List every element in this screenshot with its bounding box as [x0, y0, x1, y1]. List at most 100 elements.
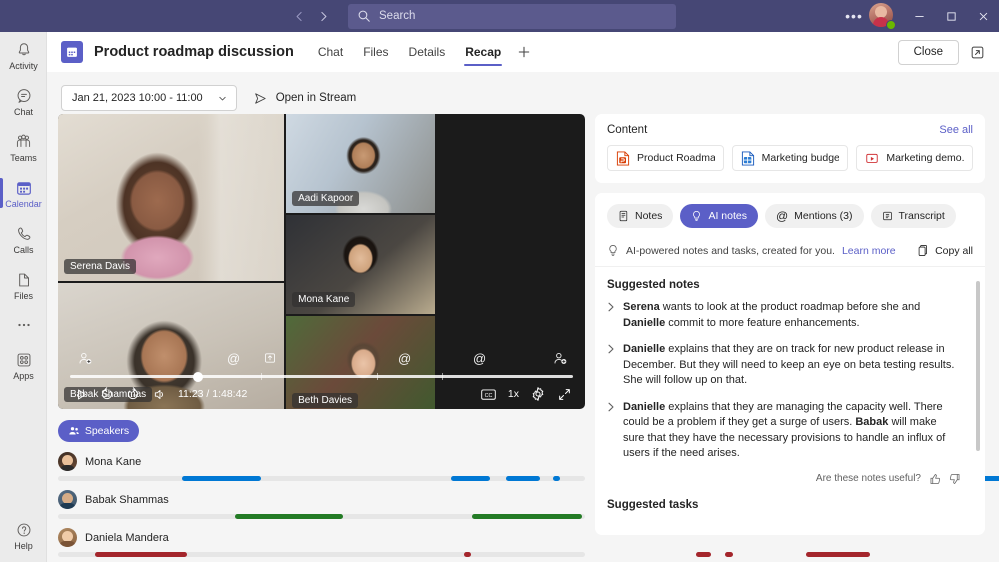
tab-mentions[interactable]: @ Mentions (3): [764, 204, 864, 228]
search-input[interactable]: Search: [348, 3, 676, 29]
share-icon[interactable]: [263, 351, 277, 365]
add-person-icon[interactable]: [78, 351, 93, 366]
video-tile-name: Serena Davis: [64, 259, 137, 274]
playback-speed-button[interactable]: 1x: [502, 388, 525, 400]
meeting-video-player[interactable]: Serena Davis Babak Shammas Aadi Kapoor M…: [58, 114, 585, 409]
meeting-date-value: Jan 21, 2023 10:00 - 11:00: [72, 92, 203, 104]
speaker-timeline-list: Mona Kane Babak Shammas Daniela Mandera: [58, 452, 999, 557]
video-progress-slider[interactable]: [70, 371, 573, 382]
volume-icon[interactable]: [146, 382, 172, 406]
speaker-row: Babak Shammas: [58, 490, 743, 519]
calendar-icon: [15, 178, 33, 198]
task-text: Danielle will follow up on feature enhan…: [620, 521, 912, 523]
recap-toolbar: Jan 21, 2023 10:00 - 11:00 Open in Strea…: [47, 82, 999, 114]
gear-icon[interactable]: [525, 382, 551, 406]
see-all-link[interactable]: See all: [939, 124, 973, 136]
speaker-name: Mona Kane: [85, 455, 142, 468]
speaker-activity-segment: [553, 476, 561, 481]
video-tile[interactable]: Mona Kane: [286, 215, 436, 314]
sidebar-item-files[interactable]: Files: [0, 262, 47, 308]
speaker-activity-track[interactable]: [58, 476, 999, 481]
avatar[interactable]: [869, 3, 896, 30]
sidebar-item-calendar[interactable]: Calendar: [0, 170, 47, 216]
more-options-icon[interactable]: •••: [841, 0, 867, 32]
add-tab-button[interactable]: [511, 32, 537, 72]
avatar: [58, 452, 77, 471]
forward-10-icon[interactable]: 10: [120, 382, 146, 406]
closed-captions-icon[interactable]: CC: [476, 382, 502, 406]
ai-banner-text: AI-powered notes and tasks, created for …: [626, 244, 835, 257]
chevron-right-icon[interactable]: [607, 300, 616, 331]
rewind-10-icon[interactable]: 10: [94, 382, 120, 406]
notes-scrollbar[interactable]: [976, 281, 980, 451]
more-icon: [15, 315, 33, 335]
open-in-stream-button[interactable]: Open in Stream: [249, 91, 361, 106]
tab-recap[interactable]: Recap: [455, 32, 511, 72]
speaker-name: Babak Shammas: [85, 493, 169, 506]
content-file-chips: Product Roadmap... Marketing budget...: [607, 145, 974, 171]
fullscreen-icon[interactable]: [551, 382, 577, 406]
tab-files[interactable]: Files: [353, 32, 398, 72]
sidebar-item-help[interactable]: Help: [0, 512, 47, 558]
powerpoint-icon: [616, 150, 630, 166]
app-rail: Activity Chat Teams Calendar Calls Files…: [0, 32, 47, 562]
copy-all-button[interactable]: Copy all: [917, 244, 973, 257]
speaker-activity-track[interactable]: [58, 514, 743, 519]
mention-icon[interactable]: @: [227, 352, 240, 365]
title-bar-navigation: [288, 4, 334, 28]
sidebar-item-apps[interactable]: Apps: [0, 342, 47, 388]
stream-icon: [253, 91, 268, 106]
chat-icon: [15, 86, 33, 106]
learn-more-link[interactable]: Learn more: [842, 245, 896, 257]
maximize-button[interactable]: [935, 0, 967, 32]
close-window-button[interactable]: [967, 0, 999, 32]
file-chip-label: Marketing demo...: [886, 152, 965, 164]
sidebar-item-more[interactable]: [0, 308, 47, 342]
file-chip-excel[interactable]: Marketing budget...: [731, 145, 849, 171]
file-chip-label: Marketing budget...: [761, 152, 840, 164]
tab-transcript[interactable]: Transcript: [870, 204, 956, 228]
minimize-button[interactable]: [903, 0, 935, 32]
pop-out-icon[interactable]: [965, 40, 989, 64]
open-in-stream-label: Open in Stream: [275, 92, 357, 104]
speaker-activity-segment: [450, 476, 491, 481]
speakers-toggle-button[interactable]: Speakers: [58, 420, 139, 442]
speaker-activity-segment: [181, 476, 261, 481]
tab-chat[interactable]: Chat: [308, 32, 353, 72]
note-text: Serena wants to look at the product road…: [623, 301, 921, 329]
video-tile[interactable]: Serena Davis: [58, 114, 285, 281]
sidebar-item-activity[interactable]: Activity: [0, 32, 47, 78]
playback-controls: 10 10 11:23 / 1:48:42 CC 1x: [58, 381, 585, 407]
mention-icon[interactable]: @: [398, 352, 411, 365]
suggested-notes-title: Suggested notes: [607, 279, 700, 291]
sidebar-item-calls[interactable]: Calls: [0, 216, 47, 262]
meeting-tabs: Chat Files Details Recap: [308, 32, 537, 72]
chevron-right-icon[interactable]: [607, 400, 616, 462]
tab-details[interactable]: Details: [399, 32, 456, 72]
back-icon[interactable]: [288, 4, 310, 28]
mention-icon[interactable]: @: [473, 352, 486, 365]
add-person-icon[interactable]: [553, 351, 568, 366]
sidebar-item-chat[interactable]: Chat: [0, 78, 47, 124]
suggested-task-item[interactable]: Danielle will follow up on feature enhan…: [607, 521, 961, 523]
thumbs-down-icon[interactable]: [949, 473, 961, 485]
suggested-note-item[interactable]: Danielle explains that they are managing…: [607, 400, 961, 462]
meeting-date-dropdown[interactable]: Jan 21, 2023 10:00 - 11:00: [61, 85, 237, 111]
suggested-note-item[interactable]: Serena wants to look at the product road…: [607, 300, 961, 331]
forward-icon[interactable]: [312, 4, 334, 28]
sidebar-item-teams[interactable]: Teams: [0, 124, 47, 170]
progress-knob[interactable]: [193, 371, 204, 382]
tab-notes[interactable]: Notes: [607, 204, 674, 228]
speaker-activity-segment: [806, 552, 870, 557]
video-tile[interactable]: Aadi Kapoor: [286, 114, 436, 213]
suggested-note-item[interactable]: Danielle explains that they are on track…: [607, 342, 961, 389]
tab-ai-notes[interactable]: AI notes: [680, 204, 758, 228]
notes-scroll-area: Suggested notes Serena wants to look at …: [595, 267, 985, 522]
file-chip-video[interactable]: Marketing demo...: [856, 145, 974, 171]
speaker-activity-track[interactable]: [58, 552, 870, 557]
file-chip-powerpoint[interactable]: Product Roadmap...: [607, 145, 724, 171]
close-button[interactable]: Close: [897, 39, 959, 65]
thumbs-up-icon[interactable]: [929, 473, 941, 485]
chevron-right-icon[interactable]: [607, 342, 616, 389]
play-icon[interactable]: [68, 382, 94, 406]
